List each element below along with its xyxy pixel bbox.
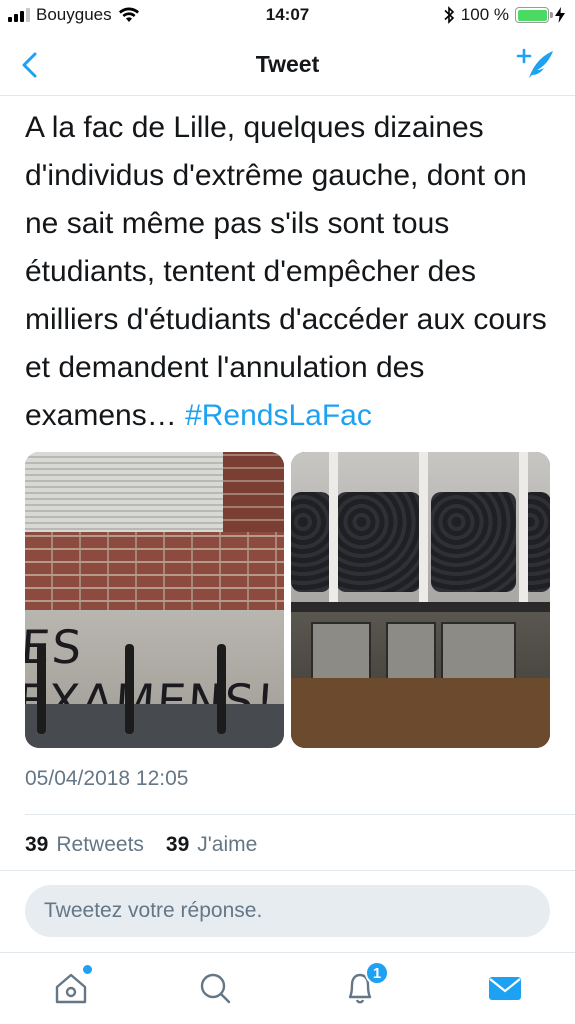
battery-percent: 100 % <box>460 5 509 24</box>
tab-notifications[interactable]: 1 <box>337 961 389 1011</box>
home-new-dot <box>83 965 92 974</box>
charging-bolt-icon <box>555 7 565 23</box>
tweet-text: A la fac de Lille, quelques dizaines d'i… <box>25 104 555 440</box>
navigation-bar: Tweet <box>0 34 575 96</box>
compose-tweet-button[interactable] <box>515 44 555 84</box>
retweets-label[interactable]: Retweets <box>56 833 144 857</box>
hashtag-link[interactable]: #RendsLaFac <box>185 399 372 432</box>
reply-area: Tweetez votre réponse. <box>0 870 575 942</box>
likes-label[interactable]: J'aime <box>197 833 257 857</box>
likes-count[interactable]: 39 <box>166 833 189 857</box>
tab-bar: 1 <box>0 952 575 1024</box>
bluetooth-icon <box>444 6 454 24</box>
reply-input[interactable]: Tweetez votre réponse. <box>25 885 550 937</box>
battery-info: 100 % <box>443 5 565 25</box>
page-title: Tweet <box>255 51 320 77</box>
compose-tweet-icon <box>516 48 553 78</box>
tab-home[interactable] <box>48 965 94 1011</box>
divider <box>25 814 575 815</box>
battery-icon <box>515 7 553 23</box>
tweet-photo-graffiti[interactable]: ES EXAMENS! <box>25 452 284 748</box>
tweet-media: ES EXAMENS! <box>25 452 550 748</box>
tab-messages[interactable] <box>482 965 528 1011</box>
tweet-timestamp: 05/04/2018 12:05 <box>25 767 189 790</box>
notifications-badge: 1 <box>365 961 389 985</box>
tweet-stats: 39 Retweets 39 J'aime <box>25 833 257 857</box>
retweets-count[interactable]: 39 <box>25 833 48 857</box>
status-bar: Bouygues 14:07 100 % <box>0 0 575 34</box>
messages-icon <box>489 977 521 1000</box>
search-icon <box>200 973 231 1004</box>
tweet-body: A la fac de Lille, quelques dizaines d'i… <box>25 111 547 432</box>
tweet-photo-crowd[interactable] <box>291 452 550 748</box>
tab-search[interactable] <box>192 965 238 1011</box>
